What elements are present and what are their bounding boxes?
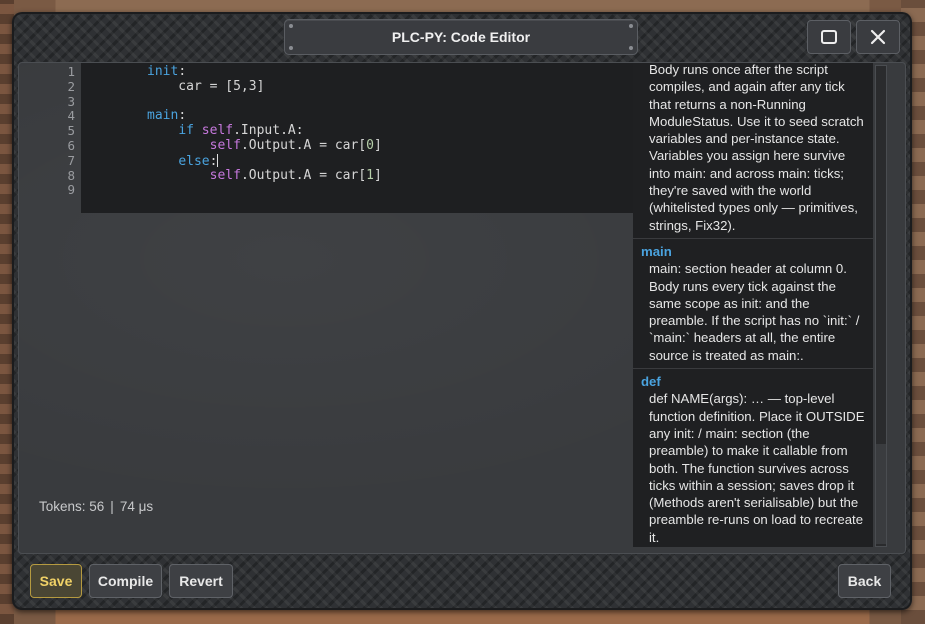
- line-number: 9: [67, 182, 75, 198]
- title-bar[interactable]: PLC-PY: Code Editor: [284, 19, 638, 55]
- window-title: PLC-PY: Code Editor: [391, 29, 531, 45]
- code-line[interactable]: car = [5,3]: [147, 78, 382, 95]
- code-line[interactable]: init:: [147, 64, 382, 80]
- help-entry: main main: section header at column 0. Bo…: [633, 239, 873, 370]
- help-entry-body: main: section header at column 0. Body r…: [649, 261, 860, 363]
- rivet: [629, 46, 633, 50]
- close-button[interactable]: [856, 20, 900, 54]
- rivet: [629, 24, 633, 28]
- maximize-icon: [821, 30, 837, 44]
- rivet: [289, 46, 293, 50]
- line-number: 5: [67, 123, 75, 139]
- code-line[interactable]: self.Output.A = car[1]: [147, 167, 382, 184]
- code-token: self: [209, 137, 241, 153]
- revert-button[interactable]: Revert: [169, 564, 233, 598]
- maximize-button[interactable]: [807, 20, 851, 54]
- code-line[interactable]: [147, 183, 382, 198]
- code-line[interactable]: self.Output.A = car[0]: [147, 137, 382, 154]
- token-count: Tokens: 56: [39, 499, 105, 514]
- line-number: 3: [67, 93, 75, 109]
- code-token: car = [5,3]: [147, 78, 265, 94]
- code-line[interactable]: [147, 95, 382, 110]
- line-number: 6: [67, 137, 75, 153]
- line-number: 4: [67, 108, 75, 124]
- compile-button[interactable]: Compile: [89, 564, 162, 598]
- line-number: 8: [67, 167, 75, 183]
- code-token: .Output.A = car[: [240, 167, 367, 183]
- help-panel[interactable]: Body runs once after the script compiles…: [633, 63, 873, 547]
- code-token: :: [209, 153, 218, 169]
- code-editor-window: PLC-PY: Code Editor 123456789 init: car …: [12, 12, 912, 610]
- text-cursor: [217, 153, 219, 167]
- code-token: else: [178, 153, 210, 169]
- code-token: 1: [366, 167, 374, 183]
- back-button[interactable]: Back: [838, 564, 891, 598]
- code-text[interactable]: init: car = [5,3] main: if self.Input.A: …: [147, 64, 382, 198]
- code-line[interactable]: else:: [147, 153, 382, 169]
- save-button[interactable]: Save: [30, 564, 82, 598]
- scrollbar-thumb[interactable]: [876, 444, 886, 544]
- line-number: 2: [67, 78, 75, 94]
- close-icon: [870, 29, 886, 45]
- code-token: main: [147, 108, 179, 124]
- code-editor[interactable]: init: car = [5,3] main: if self.Input.A: …: [81, 63, 634, 213]
- help-scrollbar[interactable]: [875, 65, 887, 547]
- code-token: :: [178, 64, 187, 79]
- help-entry-body: Body runs once after the script compiles…: [649, 63, 864, 233]
- help-entry: Body runs once after the script compiles…: [633, 63, 873, 239]
- code-token: ]: [374, 167, 382, 183]
- code-token: if: [178, 123, 194, 139]
- editor-panel: 123456789 init: car = [5,3] main: if self…: [18, 62, 906, 554]
- code-token: :: [178, 108, 187, 124]
- code-token: init: [147, 64, 179, 79]
- line-number: 1: [67, 64, 75, 79]
- help-entry-name: def: [641, 374, 661, 390]
- status-line: Tokens: 56 | 74 μs: [39, 499, 153, 514]
- code-token: ]: [374, 137, 382, 153]
- code-token: self: [209, 167, 241, 183]
- rivet: [289, 24, 293, 28]
- code-token: .Input.A:: [233, 123, 304, 139]
- line-number-gutter: 123456789: [37, 64, 75, 198]
- help-entry: def def NAME(args): … — top-level functio…: [633, 369, 873, 547]
- line-number: 7: [67, 152, 75, 168]
- status-separator: |: [110, 499, 114, 514]
- compile-time: 74 μs: [119, 499, 154, 514]
- code-token: .Output.A = car[: [240, 137, 367, 153]
- help-entry-body: def NAME(args): … — top-level function d…: [649, 391, 865, 545]
- code-line[interactable]: if self.Input.A:: [147, 123, 382, 139]
- code-line[interactable]: main:: [147, 108, 382, 124]
- help-entry-name: main: [641, 243, 672, 259]
- code-token: self: [201, 123, 234, 139]
- code-token: 0: [366, 137, 374, 153]
